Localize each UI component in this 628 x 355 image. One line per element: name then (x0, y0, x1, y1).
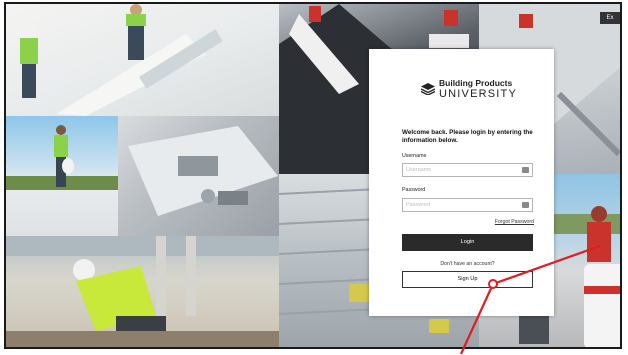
logo-brand-line2: UNIVERSITY (439, 87, 518, 100)
photo-worker-kneeling (6, 236, 279, 347)
password-field[interactable] (402, 198, 533, 212)
keyboard-icon (522, 202, 529, 208)
keyboard-icon (522, 167, 529, 173)
photo-worker-sky (6, 116, 118, 236)
logo-layers-icon (421, 83, 435, 96)
username-label: Username (402, 153, 427, 159)
forgot-password-link[interactable]: Forgot Password (495, 219, 534, 225)
signup-button[interactable]: Sign Up (402, 271, 533, 288)
password-input[interactable] (406, 199, 516, 211)
photo-aerial-rooftop (118, 116, 279, 236)
logo: Building Products UNIVERSITY (421, 79, 517, 100)
no-account-text: Don't have an account? (440, 261, 495, 267)
logo-brand-line1: Building Products (439, 78, 513, 88)
login-button[interactable]: Login (402, 234, 533, 251)
login-modal: Building Products UNIVERSITY Welcome bac… (369, 49, 554, 316)
username-field[interactable] (402, 163, 533, 177)
password-label: Password (402, 187, 426, 193)
photo-roof-membrane-install (6, 4, 279, 116)
username-input[interactable] (406, 164, 516, 176)
exit-tab[interactable]: Ex (600, 12, 620, 24)
welcome-message: Welcome back. Please login by entering t… (402, 129, 533, 144)
